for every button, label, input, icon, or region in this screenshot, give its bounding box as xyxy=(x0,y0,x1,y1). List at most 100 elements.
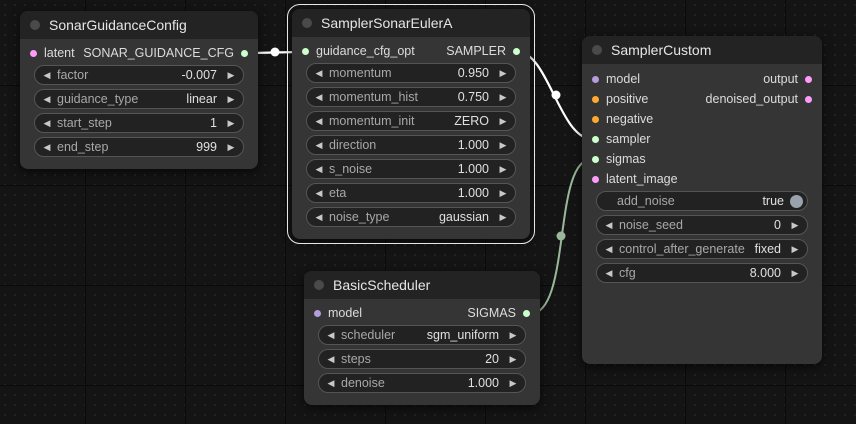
sampler-slot-icon[interactable] xyxy=(592,135,599,143)
decrement-arrow-icon[interactable]: ◀ xyxy=(313,188,325,199)
decrement-arrow-icon[interactable]: ◀ xyxy=(313,140,325,151)
output-slot-sampler[interactable]: SAMPLER xyxy=(446,41,520,61)
input-slot-positive[interactable]: positive xyxy=(592,89,648,109)
input-slot-latent-image[interactable]: latent_image xyxy=(592,169,678,189)
node-header[interactable]: SamplerCustom xyxy=(582,36,822,64)
decrement-arrow-icon[interactable]: ◀ xyxy=(313,92,325,103)
widget-label: add_noise xyxy=(617,194,675,208)
widget-add-noise-toggle[interactable]: add_noise true xyxy=(596,191,808,211)
decrement-arrow-icon[interactable]: ◀ xyxy=(41,142,53,153)
widget-noise-type[interactable]: ◀ noise_type gaussian ▶ xyxy=(306,207,516,227)
increment-arrow-icon[interactable]: ▶ xyxy=(497,140,509,151)
widget-label: momentum_hist xyxy=(329,90,418,104)
input-slot-sampler[interactable]: sampler xyxy=(592,129,650,149)
widget-factor[interactable]: ◀ factor -0.007 ▶ xyxy=(34,65,244,85)
decrement-arrow-icon[interactable]: ◀ xyxy=(41,70,53,81)
sonar-cfg-slot-icon[interactable] xyxy=(241,49,248,57)
increment-arrow-icon[interactable]: ▶ xyxy=(789,244,801,255)
toggle-knob-icon[interactable] xyxy=(790,194,803,208)
output-slot-output[interactable]: output xyxy=(763,69,812,89)
decrement-arrow-icon[interactable]: ◀ xyxy=(313,212,325,223)
increment-arrow-icon[interactable]: ▶ xyxy=(789,220,801,231)
widget-control-after-generate[interactable]: ◀ control_after_generate fixed ▶ xyxy=(596,239,808,259)
output-slot-denoised-output[interactable]: denoised_output xyxy=(706,89,812,109)
input-slot-latent[interactable]: latent xyxy=(30,43,75,63)
input-slot-sigmas[interactable]: sigmas xyxy=(592,149,646,169)
widget-noise-seed[interactable]: ◀ noise_seed 0 ▶ xyxy=(596,215,808,235)
widget-momentum-init[interactable]: ◀ momentum_init ZERO ▶ xyxy=(306,111,516,131)
increment-arrow-icon[interactable]: ▶ xyxy=(497,116,509,127)
widget-end-step[interactable]: ◀ end_step 999 ▶ xyxy=(34,137,244,157)
node-header[interactable]: BasicScheduler xyxy=(304,271,540,299)
node-basic-scheduler[interactable]: BasicScheduler model SIGMAS ◀ scheduler … xyxy=(304,271,540,405)
increment-arrow-icon[interactable]: ▶ xyxy=(497,164,509,175)
node-header[interactable]: SonarGuidanceConfig xyxy=(20,11,258,39)
negative-slot-icon[interactable] xyxy=(592,115,599,123)
decrement-arrow-icon[interactable]: ◀ xyxy=(325,378,337,389)
increment-arrow-icon[interactable]: ▶ xyxy=(225,142,237,153)
widget-guidance-type[interactable]: ◀ guidance_type linear ▶ xyxy=(34,89,244,109)
increment-arrow-icon[interactable]: ▶ xyxy=(507,354,519,365)
decrement-arrow-icon[interactable]: ◀ xyxy=(313,164,325,175)
node-sonar-guidance-config[interactable]: SonarGuidanceConfig latent SONAR_GUIDANC… xyxy=(20,11,258,169)
input-slot-model[interactable]: model xyxy=(592,69,640,89)
decrement-arrow-icon[interactable]: ◀ xyxy=(41,94,53,105)
model-slot-icon[interactable] xyxy=(314,309,321,317)
decrement-arrow-icon[interactable]: ◀ xyxy=(325,330,337,341)
sigmas-slot-icon[interactable] xyxy=(523,309,530,317)
widget-steps[interactable]: ◀ steps 20 ▶ xyxy=(318,349,526,369)
decrement-arrow-icon[interactable]: ◀ xyxy=(313,116,325,127)
collapse-toggle-icon[interactable] xyxy=(592,45,602,55)
guidance-cfg-slot-icon[interactable] xyxy=(302,47,309,55)
widget-s-noise[interactable]: ◀ s_noise 1.000 ▶ xyxy=(306,159,516,179)
decrement-arrow-icon[interactable]: ◀ xyxy=(325,354,337,365)
increment-arrow-icon[interactable]: ▶ xyxy=(497,92,509,103)
input-slot-guidance-cfg-opt[interactable]: guidance_cfg_opt xyxy=(302,41,415,61)
latent-slot-icon[interactable] xyxy=(30,49,37,57)
widget-label: start_step xyxy=(57,116,112,130)
decrement-arrow-icon[interactable]: ◀ xyxy=(603,220,615,231)
model-slot-icon[interactable] xyxy=(592,75,599,83)
decrement-arrow-icon[interactable]: ◀ xyxy=(313,68,325,79)
node-title: BasicScheduler xyxy=(333,277,431,293)
increment-arrow-icon[interactable]: ▶ xyxy=(225,118,237,129)
decrement-arrow-icon[interactable]: ◀ xyxy=(603,244,615,255)
decrement-arrow-icon[interactable]: ◀ xyxy=(41,118,53,129)
node-header[interactable]: SamplerSonarEulerA xyxy=(292,9,530,37)
increment-arrow-icon[interactable]: ▶ xyxy=(497,68,509,79)
output-slot-sigmas[interactable]: SIGMAS xyxy=(467,303,530,323)
increment-arrow-icon[interactable]: ▶ xyxy=(507,378,519,389)
widget-start-step[interactable]: ◀ start_step 1 ▶ xyxy=(34,113,244,133)
output-slot-sonar-guidance-cfg[interactable]: SONAR_GUIDANCE_CFG xyxy=(83,43,248,63)
increment-arrow-icon[interactable]: ▶ xyxy=(225,94,237,105)
latent-output-slot-icon[interactable] xyxy=(805,75,812,83)
increment-arrow-icon[interactable]: ▶ xyxy=(225,70,237,81)
positive-slot-icon[interactable] xyxy=(592,95,599,103)
latent-image-slot-icon[interactable] xyxy=(592,175,599,183)
collapse-toggle-icon[interactable] xyxy=(302,18,312,28)
node-sampler-sonar-euler-a[interactable]: SamplerSonarEulerA guidance_cfg_opt SAMP… xyxy=(287,4,535,244)
collapse-toggle-icon[interactable] xyxy=(314,280,324,290)
latent-output-slot-icon[interactable] xyxy=(805,95,812,103)
widget-direction[interactable]: ◀ direction 1.000 ▶ xyxy=(306,135,516,155)
widget-momentum-hist[interactable]: ◀ momentum_hist 0.750 ▶ xyxy=(306,87,516,107)
node-sampler-custom[interactable]: SamplerCustom model output positive deno… xyxy=(582,36,822,364)
slot-label: denoised_output xyxy=(705,92,798,106)
input-slot-model[interactable]: model xyxy=(314,303,362,323)
widget-eta[interactable]: ◀ eta 1.000 ▶ xyxy=(306,183,516,203)
widget-scheduler[interactable]: ◀ scheduler sgm_uniform ▶ xyxy=(318,325,526,345)
sigmas-slot-icon[interactable] xyxy=(592,155,599,163)
input-slot-negative[interactable]: negative xyxy=(592,109,653,129)
widget-denoise[interactable]: ◀ denoise 1.000 ▶ xyxy=(318,373,526,393)
increment-arrow-icon[interactable]: ▶ xyxy=(497,212,509,223)
collapse-toggle-icon[interactable] xyxy=(30,20,40,30)
widget-value: 0.750 xyxy=(457,90,489,104)
increment-arrow-icon[interactable]: ▶ xyxy=(507,330,519,341)
widget-momentum[interactable]: ◀ momentum 0.950 ▶ xyxy=(306,63,516,83)
widget-value: 1.000 xyxy=(457,162,489,176)
increment-arrow-icon[interactable]: ▶ xyxy=(497,188,509,199)
sampler-slot-icon[interactable] xyxy=(513,47,520,55)
widget-cfg[interactable]: ◀ cfg 8.000 ▶ xyxy=(596,263,808,283)
decrement-arrow-icon[interactable]: ◀ xyxy=(603,268,615,279)
increment-arrow-icon[interactable]: ▶ xyxy=(789,268,801,279)
